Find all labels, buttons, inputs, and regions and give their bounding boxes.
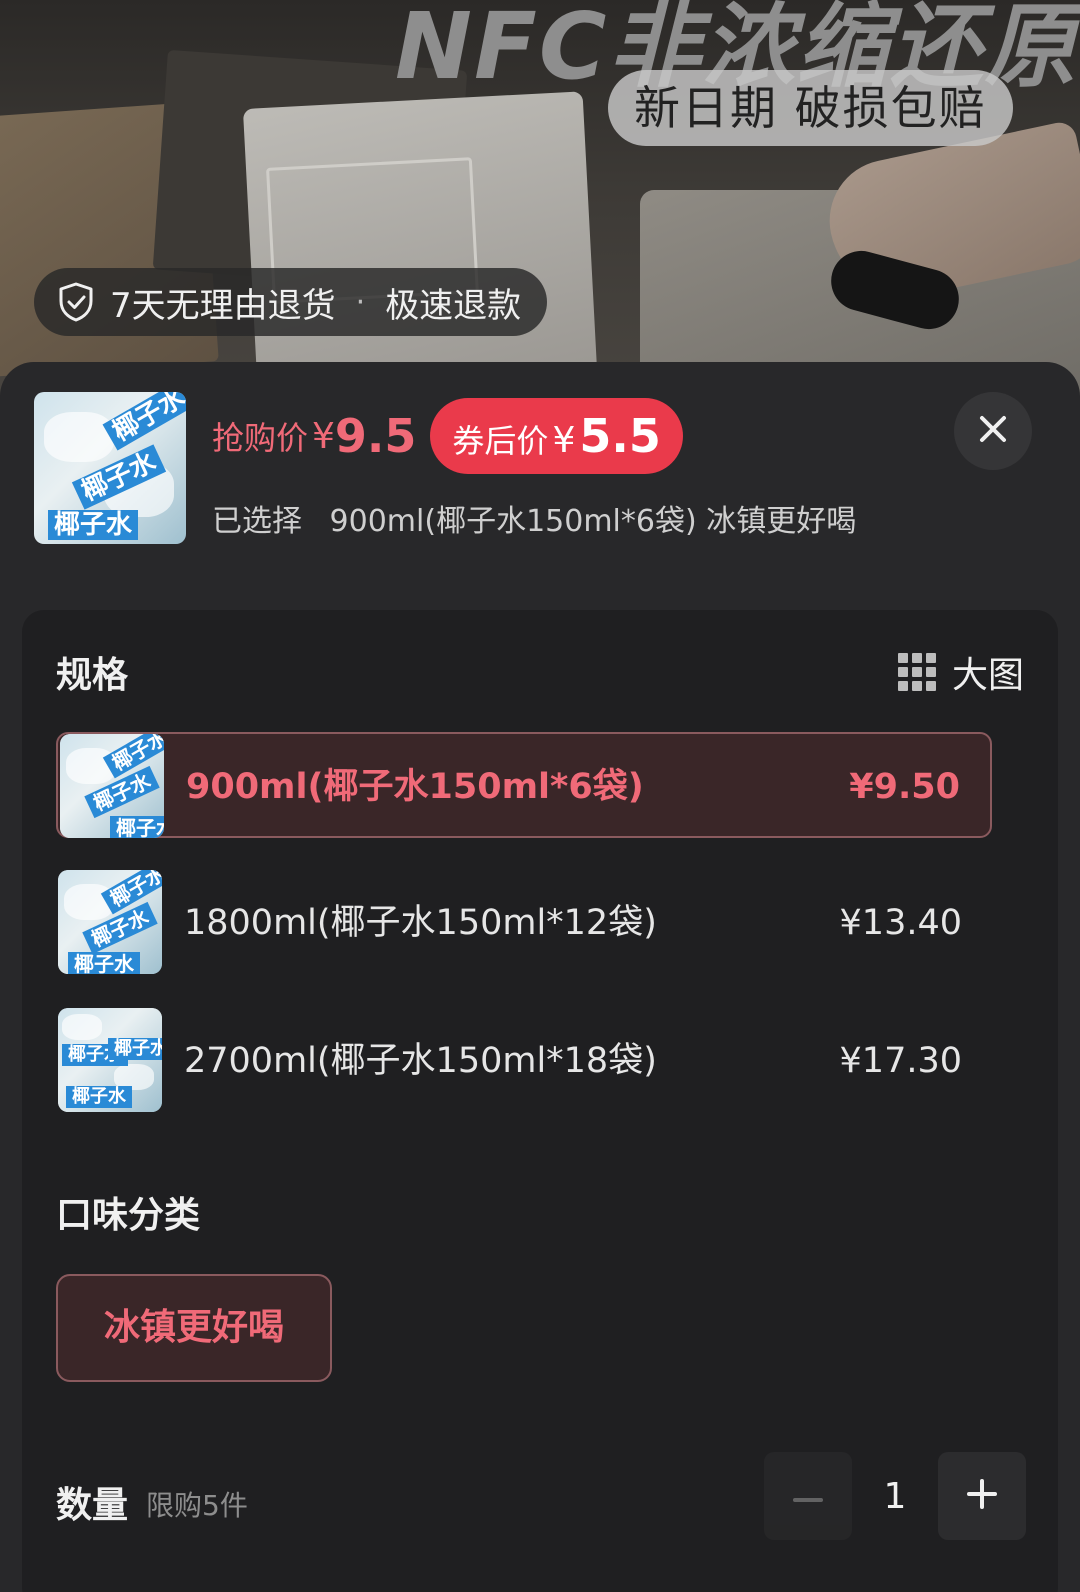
spec-option-price: ¥9.50	[849, 767, 960, 807]
quantity-value[interactable]: 1	[852, 1476, 938, 1517]
spec-option-name: 1800ml(椰子水150ml*12袋)	[184, 903, 657, 943]
spec-option-thumbnail: 椰子水 椰子水 椰子水	[58, 870, 162, 974]
thumb-label: 椰子水	[48, 510, 139, 540]
flavor-option-chip[interactable]: 冰镇更好喝	[56, 1274, 332, 1382]
spec-section-title: 规格	[56, 655, 129, 696]
spec-option-thumbnail: 椰子水 椰子水 椰子水	[58, 1008, 162, 1112]
thumb-label: 椰子水	[66, 1086, 132, 1108]
quantity-label: 数量	[56, 1485, 129, 1526]
thumb-label: 椰子水	[102, 734, 164, 779]
quantity-row: 数量 限购5件 1	[56, 1452, 1026, 1548]
price-line: 抢购价 ¥ 9.5 券后价 ¥ 5.5	[212, 398, 683, 474]
spec-option-thumbnail: 椰子水 椰子水 椰子水	[60, 734, 164, 838]
coupon-price-badge: 券后价 ¥ 5.5	[430, 398, 683, 474]
spec-option-name: 900ml(椰子水150ml*6袋)	[186, 767, 644, 807]
purchase-limit-text: 限购5件	[146, 1489, 248, 1522]
banner-pill: 新日期 破损包赔	[608, 70, 1013, 146]
spec-option-price: ¥17.30	[839, 1041, 962, 1081]
minus-icon	[793, 1487, 823, 1506]
selected-value: 900ml(椰子水150ml*6袋) 冰镇更好喝	[329, 504, 857, 539]
product-image-banner: NFC非浓缩还原 新日期 破损包赔 7天无理由退货 · 极速退款	[0, 0, 1080, 420]
shield-check-icon	[56, 282, 96, 322]
decrease-button[interactable]	[764, 1452, 852, 1540]
flash-price-label: 抢购价	[212, 419, 309, 457]
badge-separator: ·	[355, 284, 366, 320]
flash-price-currency: ¥	[312, 415, 335, 457]
coupon-price-label: 券后价	[452, 422, 549, 460]
spec-option-2700ml[interactable]: 椰子水 椰子水 椰子水 2700ml(椰子水150ml*18袋) ¥17.30	[56, 1008, 992, 1114]
big-image-toggle[interactable]: 大图	[897, 646, 1024, 698]
selected-product-thumbnail[interactable]: 椰子水 椰子水 椰子水	[34, 392, 186, 544]
thumb-label: 椰子水	[68, 952, 140, 974]
quantity-stepper: 1	[764, 1452, 1026, 1540]
thumb-label: 椰子水	[102, 392, 186, 451]
close-button[interactable]	[954, 392, 1032, 470]
spec-option-1800ml[interactable]: 椰子水 椰子水 椰子水 1800ml(椰子水150ml*12袋) ¥13.40	[56, 870, 992, 976]
fast-refund-text: 极速退款	[385, 285, 522, 326]
return-policy-badge[interactable]: 7天无理由退货 · 极速退款	[34, 268, 548, 336]
options-card: 规格 大图 椰子水 椰子水 椰子水 900ml(椰子水150ml*6袋) ¥9.…	[22, 610, 1058, 1592]
selected-label: 已选择	[212, 504, 302, 539]
big-image-label: 大图	[951, 655, 1024, 696]
spec-option-900ml[interactable]: 椰子水 椰子水 椰子水 900ml(椰子水150ml*6袋) ¥9.50	[56, 732, 992, 838]
spec-option-price: ¥13.40	[839, 903, 962, 943]
grid-view-icon	[897, 653, 936, 691]
selected-summary: 已选择 900ml(椰子水150ml*6袋) 冰镇更好喝	[212, 496, 856, 540]
flash-price-value: 9.5	[334, 409, 417, 463]
thumb-label: 椰子水	[110, 816, 164, 838]
spec-option-name: 2700ml(椰子水150ml*18袋)	[184, 1041, 657, 1081]
close-icon	[978, 414, 1008, 448]
product-bag-center	[242, 91, 598, 389]
sku-selector-sheet: 椰子水 椰子水 椰子水 抢购价 ¥ 9.5 券后价 ¥ 5.5 已选择 900m…	[0, 362, 1080, 1592]
coupon-price-currency: ¥	[552, 420, 576, 461]
return-policy-text: 7天无理由退货	[110, 285, 336, 326]
thumb-label: 椰子水	[100, 870, 162, 915]
flavor-section-title: 口味分类	[56, 1195, 201, 1236]
plus-icon	[967, 1479, 997, 1513]
coupon-price-value: 5.5	[579, 409, 661, 463]
thumb-label: 椰子水	[108, 1038, 162, 1060]
increase-button[interactable]	[938, 1452, 1026, 1540]
